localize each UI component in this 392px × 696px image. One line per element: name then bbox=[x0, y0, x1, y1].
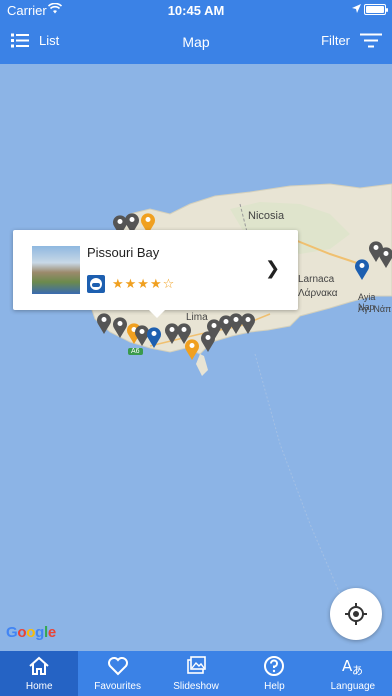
svg-text:あ: あ bbox=[352, 664, 363, 677]
battery-level bbox=[366, 6, 384, 13]
tab-favourites[interactable]: Favourites bbox=[78, 651, 156, 696]
beach-pin[interactable] bbox=[240, 312, 256, 334]
filter-icon bbox=[360, 33, 382, 48]
filter-button[interactable]: Filter bbox=[321, 33, 382, 48]
tab-label: Slideshow bbox=[173, 681, 219, 692]
tab-slideshow[interactable]: Slideshow bbox=[157, 651, 235, 696]
beach-pin[interactable] bbox=[184, 338, 200, 360]
help-icon bbox=[264, 656, 285, 676]
crosshair-icon bbox=[345, 603, 367, 625]
map-label-nicosia: Nicosia bbox=[248, 210, 285, 222]
filter-label: Filter bbox=[321, 33, 350, 48]
tab-label: Help bbox=[264, 681, 285, 692]
tab-help[interactable]: Help bbox=[235, 651, 313, 696]
status-bar: Carrier 10:45 AM bbox=[0, 0, 392, 20]
tab-label: Favourites bbox=[94, 681, 141, 692]
map-label-larnaca-greek: Λάρνακα bbox=[298, 288, 338, 299]
map-view[interactable]: Nicosia Larnaca Λάρνακα Ayia Nap Αγ. Νάπ… bbox=[0, 64, 392, 651]
battery-icon bbox=[364, 4, 388, 15]
top-bar: Carrier 10:45 AM List Map Filter bbox=[0, 0, 392, 64]
tab-language[interactable]: A あ Language bbox=[314, 651, 392, 696]
road-badge-a6: A6 bbox=[128, 348, 143, 355]
google-logo: Google bbox=[6, 624, 56, 641]
beach-pin[interactable] bbox=[96, 312, 112, 334]
beach-pin[interactable] bbox=[378, 246, 392, 268]
language-icon: A あ bbox=[342, 657, 363, 677]
beach-thumbnail bbox=[32, 246, 80, 294]
rating-stars: ★★★★☆ bbox=[112, 276, 176, 291]
tab-label: Home bbox=[25, 681, 53, 692]
tab-home[interactable]: Home bbox=[0, 651, 79, 696]
blue-flag-icon bbox=[87, 275, 105, 293]
map-label-ayia-napa-greek: Αγ. Νάπ bbox=[358, 304, 392, 314]
navigation-bar: List Map Filter bbox=[0, 20, 392, 64]
beach-callout[interactable]: Pissouri Bay ★★★★☆ ❯ bbox=[13, 230, 298, 318]
home-icon bbox=[29, 656, 49, 675]
location-arrow-icon bbox=[352, 4, 361, 13]
my-location-button[interactable] bbox=[330, 588, 382, 640]
tab-label: Language bbox=[330, 681, 376, 692]
heart-icon bbox=[107, 657, 128, 676]
clock: 10:45 AM bbox=[167, 3, 225, 18]
tab-bar: Home Favourites Slideshow Help A あ Langu… bbox=[0, 651, 392, 696]
chevron-right-icon[interactable]: ❯ bbox=[265, 258, 280, 279]
map-label-larnaca: Larnaca bbox=[298, 274, 335, 285]
slideshow-icon bbox=[187, 656, 206, 674]
beach-pin-selected[interactable] bbox=[146, 326, 162, 348]
beach-name: Pissouri Bay bbox=[87, 245, 160, 260]
